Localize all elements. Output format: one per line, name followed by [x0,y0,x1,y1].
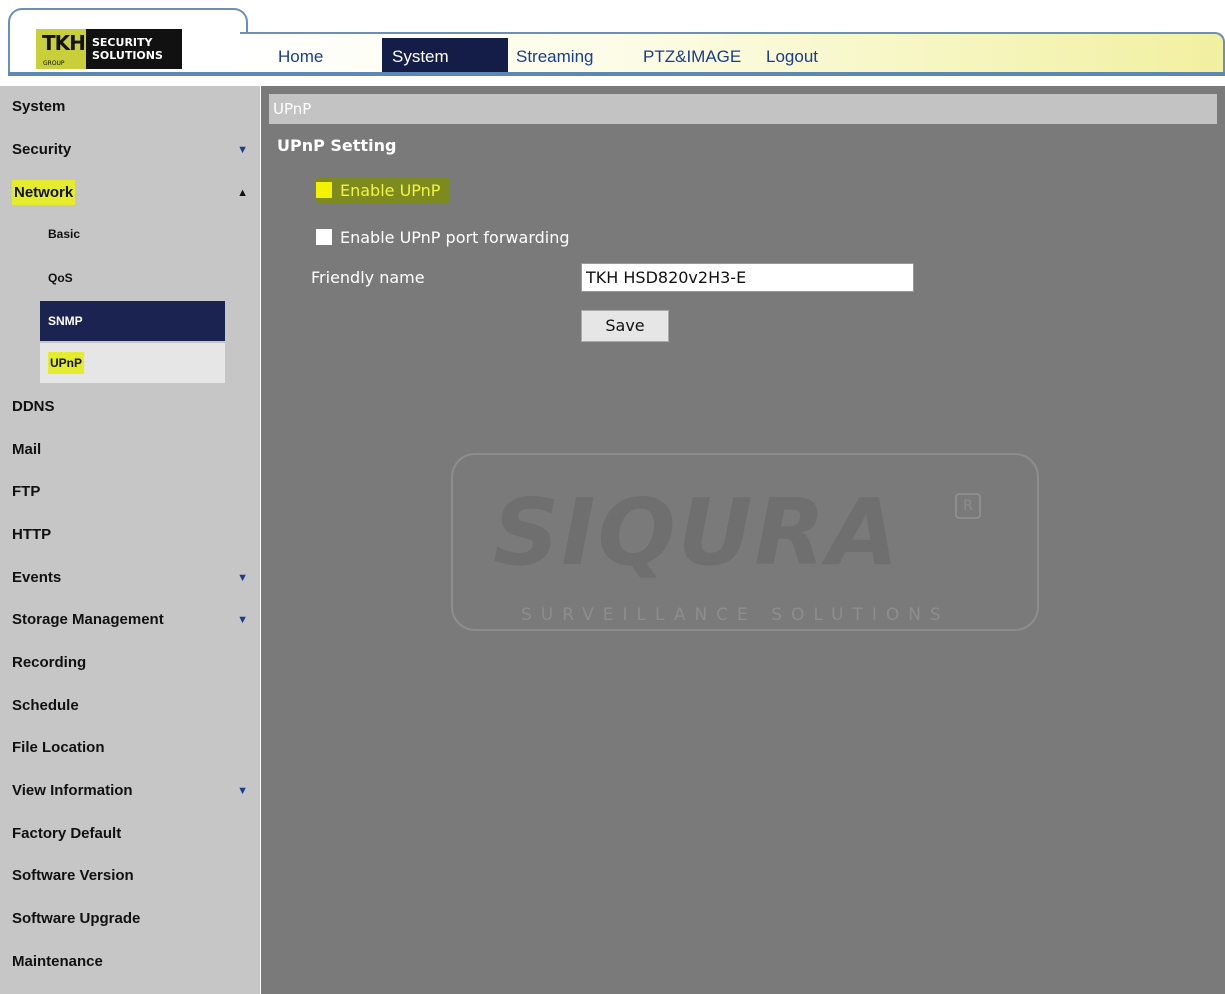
sidebar-item-schedule[interactable]: Schedule [0,685,260,727]
sidebar-item-label: HTTP [12,526,52,543]
nav-system[interactable]: System [382,38,508,76]
nav-streaming[interactable]: Streaming [508,38,601,76]
sidebar-item-label: Maintenance [12,953,103,970]
sidebar-item-label: File Location [12,739,105,756]
sidebar-subitem-snmp[interactable]: SNMP [40,301,225,341]
page-title: UPnP Setting [277,136,397,155]
sidebar-item-factory-default[interactable]: Factory Default [0,813,260,855]
sidebar-item-label: Schedule [12,697,79,714]
sidebar-item-storage-management[interactable]: Storage Management ▼ [0,599,260,641]
friendly-name-input[interactable]: TKH HSD820v2H3-E [581,263,914,292]
siqura-watermark: SIQURA R SURVEILLANCE SOLUTIONS [451,453,1039,631]
enable-upnp-row: Enable UPnP [316,177,451,203]
chevron-down-icon: ▼ [237,144,248,156]
top-nav: Home System Streaming PTZ&IMAGE Logout [240,32,1225,76]
sidebar-item-label: Network [12,180,76,205]
logo-mark: TKH GROUP [36,29,86,69]
chevron-down-icon: ▼ [237,572,248,584]
sidebar-item-file-location[interactable]: File Location [0,727,260,769]
sidebar-item-software-upgrade[interactable]: Software Upgrade [0,898,260,940]
sidebar-item-label: Events [12,569,62,586]
nav-logout[interactable]: Logout [758,38,826,76]
logo-tab: TKH GROUP SECURITY SOLUTIONS [8,8,248,72]
sidebar-item-label: FTP [12,483,41,500]
logo-text: SECURITY SOLUTIONS [86,36,163,62]
enable-upnp-checkbox[interactable] [316,182,332,198]
header-divider [8,72,1225,76]
sidebar-item-label: Security [12,141,72,158]
enable-port-forwarding-label: Enable UPnP port forwarding [340,227,570,247]
sidebar-subitem-basic[interactable]: Basic [40,214,225,254]
sidebar-item-ddns[interactable]: DDNS [0,386,260,428]
sidebar-item-ftp[interactable]: FTP [0,471,260,513]
sidebar-item-view-information[interactable]: View Information ▼ [0,770,260,812]
chevron-down-icon: ▼ [237,785,248,797]
sidebar-item-label: View Information [12,782,133,799]
sidebar-item-system[interactable]: System [0,86,260,128]
nav-home[interactable]: Home [270,38,331,76]
sidebar-subitem-upnp[interactable]: UPnP [40,343,225,383]
logo-brand: TKH [42,31,86,55]
sidebar-item-label: System [12,98,66,115]
logo-group: GROUP [43,60,65,67]
watermark-tagline: SURVEILLANCE SOLUTIONS [513,605,958,625]
sidebar-item-label: Storage Management [12,611,164,628]
registered-icon: R [955,493,981,519]
save-button[interactable]: Save [581,310,669,342]
sidebar-item-mail[interactable]: Mail [0,429,260,471]
enable-port-forwarding-checkbox[interactable] [316,229,332,245]
enable-upnp-label: Enable UPnP [340,180,441,200]
sidebar-item-events[interactable]: Events ▼ [0,557,260,599]
sidebar-item-http[interactable]: HTTP [0,514,260,556]
sidebar-item-network[interactable]: Network ▲ [0,172,260,214]
logo-line-2: SOLUTIONS [92,49,163,62]
enable-port-forwarding-row: Enable UPnP port forwarding [316,224,570,250]
chevron-down-icon: ▼ [237,614,248,626]
company-logo: TKH GROUP SECURITY SOLUTIONS [36,29,182,69]
sidebar-item-label: Factory Default [12,825,122,842]
header: TKH GROUP SECURITY SOLUTIONS Home System… [0,0,1225,80]
section-header: UPnP [269,94,1217,124]
nav-ptz-image[interactable]: PTZ&IMAGE [635,38,749,76]
sidebar-item-label: Recording [12,654,87,671]
sidebar-item-label: Software Version [12,867,134,884]
sidebar-item-security[interactable]: Security ▼ [0,129,260,171]
sidebar-item-software-version[interactable]: Software Version [0,855,260,897]
sidebar-item-recording[interactable]: Recording [0,642,260,684]
main-panel: UPnP UPnP Setting Enable UPnP Enable UPn… [261,86,1225,994]
sidebar-item-label: Software Upgrade [12,910,141,927]
sidebar-item-maintenance[interactable]: Maintenance [0,941,260,983]
sidebar-subitem-label: UPnP [48,352,85,374]
sidebar-item-label: DDNS [12,398,55,415]
sidebar: System Security ▼ Network ▲ Basic QoS SNMP… [0,86,260,994]
logo-line-1: SECURITY [92,36,153,49]
sidebar-item-label: Mail [12,441,42,458]
friendly-name-label: Friendly name [311,268,425,287]
watermark-brand: SIQURA [493,479,901,586]
chevron-up-icon: ▲ [237,187,248,199]
sidebar-subitem-qos[interactable]: QoS [40,258,225,298]
